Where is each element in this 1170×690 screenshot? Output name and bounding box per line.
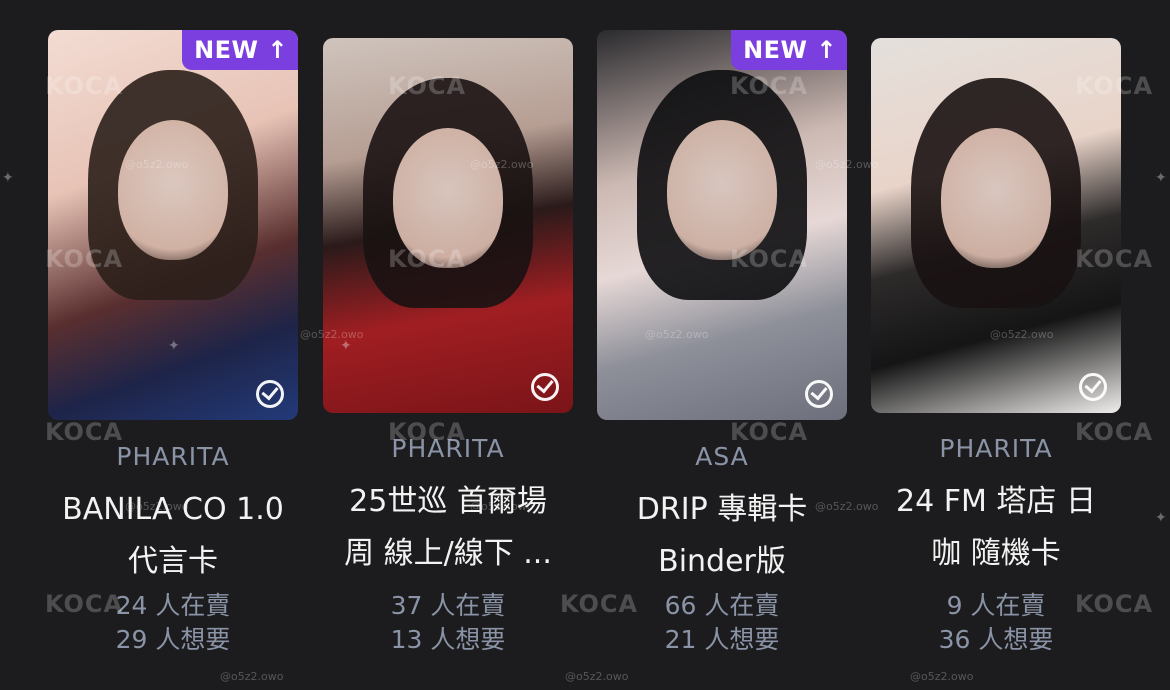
check-circle-icon[interactable] xyxy=(531,373,559,401)
sparkle-icon: ✦ xyxy=(168,338,180,354)
photocard-image[interactable]: NEW ↑ xyxy=(48,30,298,420)
selling-count: 24 人在賣 xyxy=(115,591,231,620)
sparkle-icon: ✦ xyxy=(340,338,352,354)
wanting-count: 36 人想要 xyxy=(938,625,1054,654)
photocard-item[interactable]: PHARITA 24 FM 塔店 日 咖 隨機卡 9 人在賣 36 人想要 xyxy=(871,30,1121,690)
photocard-image[interactable] xyxy=(323,38,573,413)
sparkle-icon: ✦ xyxy=(2,170,14,186)
new-badge: NEW ↑ xyxy=(182,30,298,70)
card-title[interactable]: 24 FM 塔店 日 咖 隨機卡 xyxy=(846,476,1146,580)
photo-face xyxy=(667,120,777,260)
member-name: PHARITA xyxy=(116,442,230,471)
member-name: ASA xyxy=(695,442,749,471)
member-name: PHARITA xyxy=(391,434,505,463)
wanting-count: 13 人想要 xyxy=(390,625,506,654)
check-circle-icon[interactable] xyxy=(1079,373,1107,401)
wanting-count: 21 人想要 xyxy=(664,625,780,654)
photocard-image[interactable]: NEW ↑ xyxy=(597,30,847,420)
photocard-image[interactable] xyxy=(871,38,1121,413)
wanting-count: 29 人想要 xyxy=(115,625,231,654)
photocard-item[interactable]: PHARITA 25世巡 首爾場 周 線上/線下 ... 37 人在賣 13 人… xyxy=(323,30,573,690)
photo-face xyxy=(941,128,1051,268)
card-title[interactable]: BANILA CO 1.0 代言卡 xyxy=(23,484,323,588)
photo-face xyxy=(118,120,228,260)
new-badge: NEW ↑ xyxy=(731,30,847,70)
sparkle-icon: ✦ xyxy=(1155,170,1167,186)
selling-count: 9 人在賣 xyxy=(946,591,1046,620)
member-name: PHARITA xyxy=(939,434,1053,463)
photocard-item[interactable]: NEW ↑ ASA DRIP 專輯卡 Binder版 66 人在賣 21 人想要 xyxy=(597,30,847,690)
photocard-item[interactable]: NEW ↑ PHARITA BANILA CO 1.0 代言卡 24 人在賣 2… xyxy=(48,30,298,690)
selling-count: 66 人在賣 xyxy=(664,591,780,620)
check-circle-icon[interactable] xyxy=(256,380,284,408)
selling-count: 37 人在賣 xyxy=(390,591,506,620)
check-circle-icon[interactable] xyxy=(805,380,833,408)
sparkle-icon: ✦ xyxy=(1155,510,1167,526)
card-title[interactable]: 25世巡 首爾場 周 線上/線下 ... xyxy=(298,476,598,580)
photo-face xyxy=(393,128,503,268)
card-title[interactable]: DRIP 專輯卡 Binder版 xyxy=(572,484,872,588)
